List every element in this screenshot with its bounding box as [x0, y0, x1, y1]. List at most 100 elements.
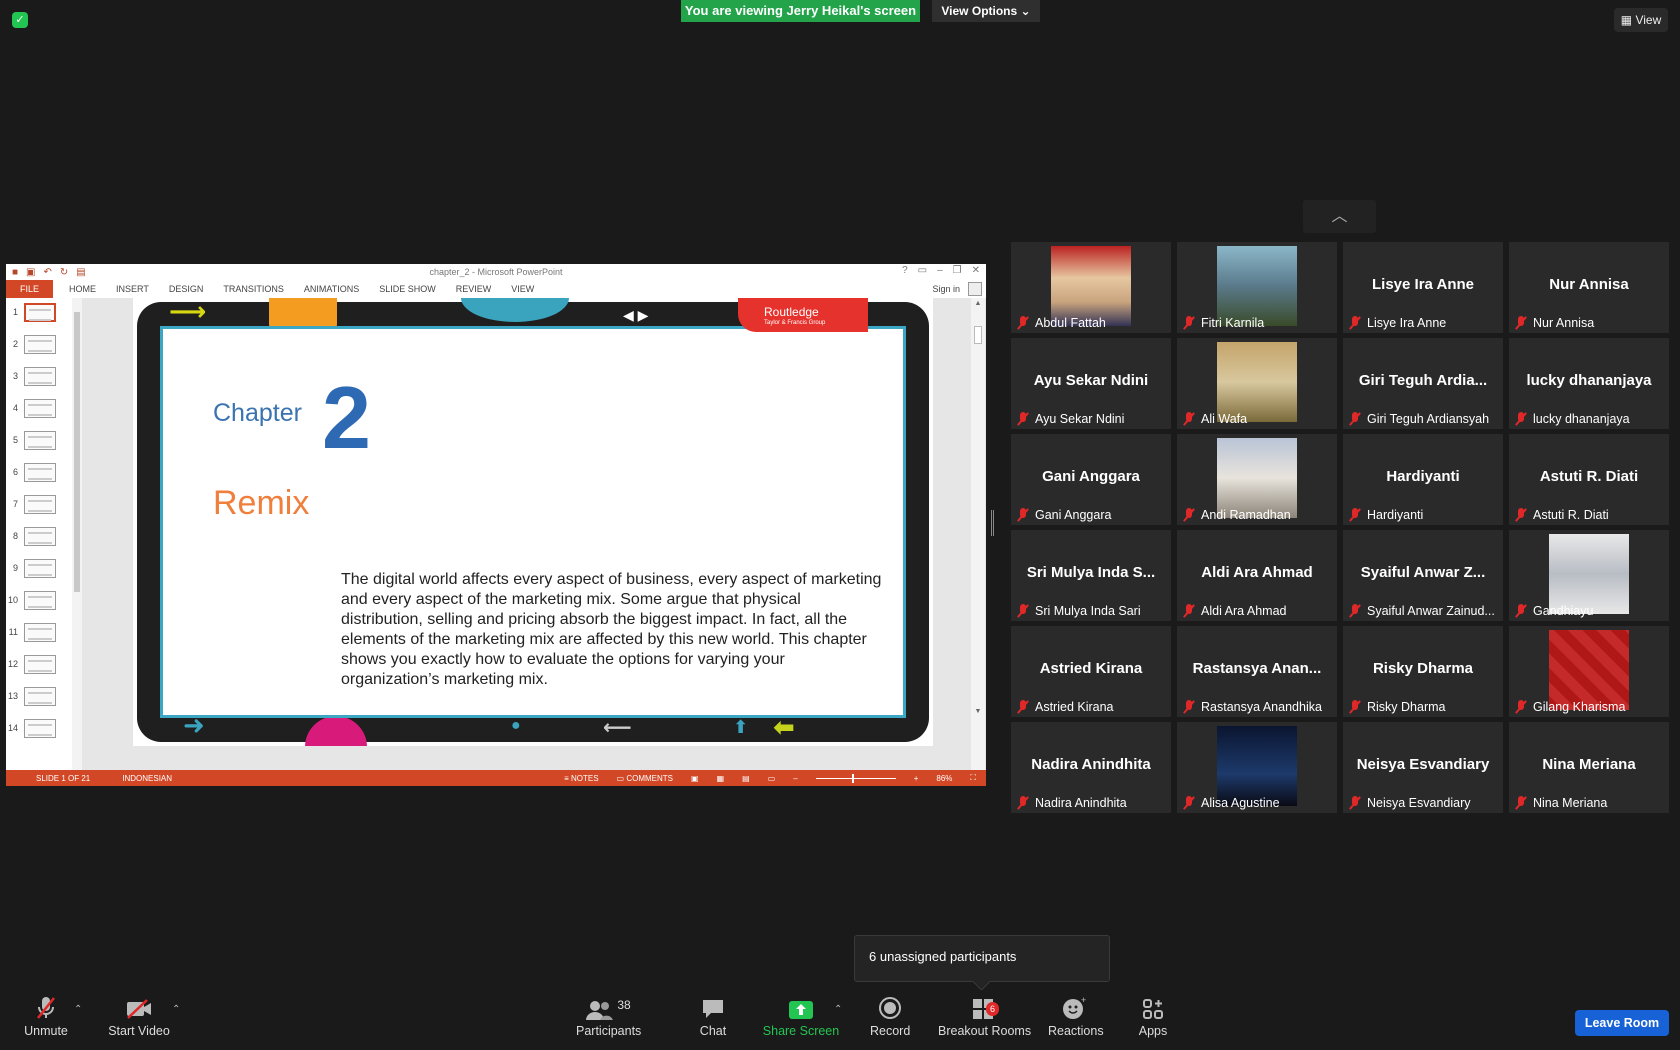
participant-tile[interactable]: Ayu Sekar Ndini Ayu Sekar Ndini [1011, 338, 1171, 429]
participant-tile[interactable]: Abdul Fattah [1011, 242, 1171, 333]
unmute-button[interactable]: Unmute [18, 990, 74, 1050]
slide-scrollbar[interactable]: ▲ ▼ [971, 298, 985, 770]
record-button[interactable]: Record [870, 990, 910, 1050]
view-layout-button[interactable]: ▦ View [1614, 8, 1668, 32]
ribbon-tab-file[interactable]: FILE [6, 280, 54, 298]
participant-tile[interactable]: Sri Mulya Inda S... Sri Mulya Inda Sari [1011, 530, 1171, 621]
leave-room-button[interactable]: Leave Room [1575, 1010, 1669, 1036]
participant-tile[interactable]: Risky Dharma Risky Dharma [1343, 626, 1503, 717]
slide-sorter-icon[interactable]: ▦ [717, 774, 725, 783]
audio-options-chevron-icon[interactable]: ⌃ [74, 1004, 82, 1015]
zoom-meeting-window: ✓ You are viewing Jerry Heikal's screen … [0, 0, 1680, 1050]
split-view-handle[interactable] [991, 510, 994, 536]
slide-thumbnail[interactable]: 11 [6, 622, 72, 642]
thumbnail-image [24, 526, 56, 546]
slide-thumbnail[interactable]: 4 [6, 398, 72, 418]
participant-tile[interactable]: Lisye Ira Anne Lisye Ira Anne [1343, 242, 1503, 333]
participant-name: Risky Dharma [1367, 699, 1446, 714]
reactions-button[interactable]: + Reactions [1048, 990, 1104, 1050]
ribbon-tab-transitions[interactable]: TRANSITIONS [213, 284, 294, 294]
ribbon-tab-home[interactable]: HOME [59, 284, 106, 294]
slide-thumbnail[interactable]: 7 [6, 494, 72, 514]
slide-thumbnail[interactable]: 9 [6, 558, 72, 578]
scroll-down-icon[interactable]: ▼ [971, 708, 985, 715]
participant-tile[interactable]: Gilang Kharisma [1509, 626, 1669, 717]
start-video-button[interactable]: Start Video [104, 990, 174, 1050]
chat-button[interactable]: Chat [694, 990, 732, 1050]
participant-tile[interactable]: Aldi Ara Ahmad Aldi Ara Ahmad [1177, 530, 1337, 621]
slide-thumbnail[interactable]: 10 [6, 590, 72, 610]
participant-tile[interactable]: Gani Anggara Gani Anggara [1011, 434, 1171, 525]
comments-button[interactable]: ▭ COMMENTS [617, 774, 673, 783]
slide-thumbnail[interactable]: 12 [6, 654, 72, 674]
share-screen-button[interactable]: Share Screen [762, 990, 840, 1050]
reading-view-icon[interactable]: ▤ [742, 774, 750, 783]
apps-button[interactable]: Apps [1136, 990, 1170, 1050]
save-icon[interactable]: ▣ [26, 267, 35, 278]
participant-tile[interactable]: Alisa Agustine [1177, 722, 1337, 813]
participant-tile[interactable]: Rastansya Anan... Rastansya Anandhika [1177, 626, 1337, 717]
slide-thumbnail[interactable]: 5 [6, 430, 72, 450]
slide-thumbnail[interactable]: 8 [6, 526, 72, 546]
normal-view-icon[interactable]: ▣ [691, 774, 699, 783]
participant-tile[interactable]: Nadira Anindhita Nadira Anindhita [1011, 722, 1171, 813]
slideshow-view-icon[interactable]: ▭ [768, 774, 776, 783]
ribbon-tab-view[interactable]: VIEW [501, 284, 544, 294]
zoom-slider[interactable] [815, 773, 896, 783]
participant-tile[interactable]: Astried Kirana Astried Kirana [1011, 626, 1171, 717]
scroll-up-icon[interactable]: ▲ [971, 300, 985, 307]
participant-tile[interactable]: Giri Teguh Ardia... Giri Teguh Ardiansyah [1343, 338, 1503, 429]
participants-button[interactable]: 38 Participants [576, 990, 641, 1050]
zoom-level[interactable]: 86% [936, 774, 952, 783]
redo-icon[interactable]: ↻ [60, 267, 68, 278]
ribbon-tab-animations[interactable]: ANIMATIONS [294, 284, 369, 294]
restore-icon[interactable]: ❐ [953, 265, 962, 276]
ribbon-tab-insert[interactable]: INSERT [106, 284, 159, 294]
video-options-chevron-icon[interactable]: ⌃ [172, 1004, 180, 1015]
zoom-out-icon[interactable]: – [793, 774, 797, 783]
notes-button[interactable]: ≡ NOTES [564, 774, 598, 783]
ribbon-tab-review[interactable]: REVIEW [446, 284, 502, 294]
close-icon[interactable]: ✕ [972, 265, 980, 276]
slide-thumbnail[interactable]: 13 [6, 686, 72, 706]
minimize-icon[interactable]: – [937, 265, 943, 276]
participant-tile[interactable]: Andi Ramadhan [1177, 434, 1337, 525]
unassigned-participants-tooltip[interactable]: 6 unassigned participants [854, 935, 1110, 982]
zoom-in-icon[interactable]: + [914, 774, 919, 783]
ribbon-tab-slide-show[interactable]: SLIDE SHOW [369, 284, 446, 294]
scrollbar-thumb[interactable] [74, 312, 80, 592]
ribbon-options-icon[interactable]: ▭ [918, 265, 927, 276]
undo-icon[interactable]: ↶ [44, 267, 52, 278]
ribbon-tab-design[interactable]: DESIGN [159, 284, 214, 294]
participant-tile[interactable]: Nina Meriana Nina Meriana [1509, 722, 1669, 813]
participant-tile[interactable]: Astuti R. Diati Astuti R. Diati [1509, 434, 1669, 525]
participant-tile[interactable]: Hardiyanti Hardiyanti [1343, 434, 1503, 525]
slide-thumbnail[interactable]: 6 [6, 462, 72, 482]
participant-tile[interactable]: Fitri Karnila [1177, 242, 1337, 333]
participant-tile[interactable]: Gandhiayu [1509, 530, 1669, 621]
thumbnail-scrollbar[interactable] [72, 298, 82, 770]
participant-tile[interactable]: lucky dhananjaya lucky dhananjaya [1509, 338, 1669, 429]
scrollbar-thumb[interactable] [974, 326, 982, 344]
language-status[interactable]: INDONESIAN [122, 774, 172, 783]
gallery-scroll-up-button[interactable]: ︿ [1303, 200, 1376, 233]
participant-tile[interactable]: Syaiful Anwar Z... Syaiful Anwar Zainud..… [1343, 530, 1503, 621]
breakout-rooms-button[interactable]: 6 Breakout Rooms [938, 990, 1031, 1050]
participant-tile[interactable]: Ali Wafa [1177, 338, 1337, 429]
help-icon[interactable]: ? [902, 265, 908, 276]
slide-number: 1 [12, 307, 18, 317]
view-options-button[interactable]: View Options ⌄ [932, 0, 1040, 22]
start-slideshow-icon[interactable]: ▤ [76, 267, 85, 278]
slide-thumbnail[interactable]: 2 [6, 334, 72, 354]
slide-thumbnail[interactable]: 1 [6, 302, 72, 322]
sign-in-link[interactable]: Sign in [932, 284, 960, 294]
slide-canvas[interactable]: ⟶ ➜ ⬅ ⬅ ◀ ▶ ● ⟵ ⬆ Chapter 2 Remix The di… [133, 298, 933, 746]
user-avatar-icon[interactable] [968, 282, 982, 296]
security-shield-icon[interactable]: ✓ [12, 12, 28, 28]
slide-thumbnail[interactable]: 14 [6, 718, 72, 738]
slide-thumbnail[interactable]: 3 [6, 366, 72, 386]
share-options-chevron-icon[interactable]: ⌃ [834, 1004, 842, 1015]
participant-tile[interactable]: Neisya Esvandiary Neisya Esvandiary [1343, 722, 1503, 813]
fit-to-window-icon[interactable]: ⛶ [970, 773, 976, 783]
participant-tile[interactable]: Nur Annisa Nur Annisa [1509, 242, 1669, 333]
